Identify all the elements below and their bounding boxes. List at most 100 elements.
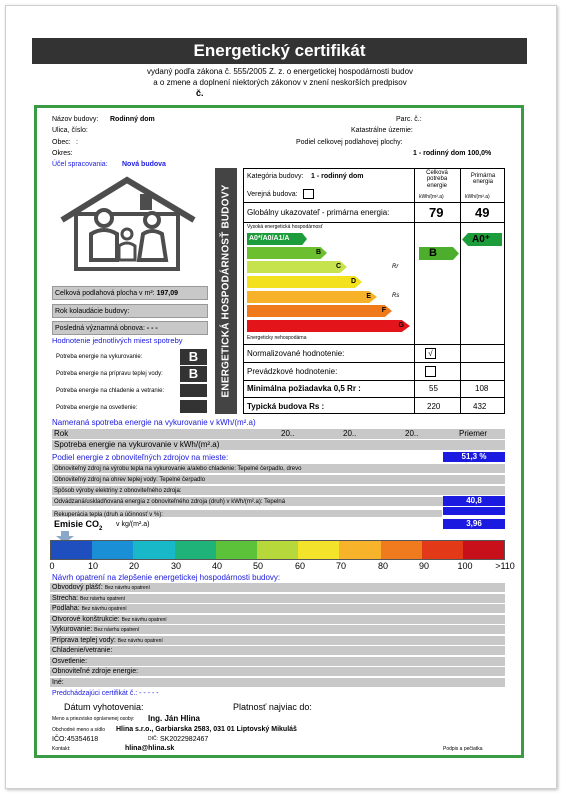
co2-value: 3,96 bbox=[443, 519, 505, 529]
rating-table-row-line-1 bbox=[243, 202, 505, 203]
class-B-arrow: B bbox=[247, 247, 327, 259]
purpose-value: Nová budova bbox=[122, 161, 166, 168]
validity-label: Platnosť najviac do: bbox=[233, 702, 312, 712]
scale-segment-3 bbox=[133, 541, 175, 559]
public-building-checkbox[interactable] bbox=[303, 189, 314, 199]
company-value: Hlina s.r.o., Garbiarska 2583, 031 01 Li… bbox=[116, 726, 297, 733]
typical-delivered: 220 bbox=[427, 402, 441, 411]
measure-label: Obnoviteľné zdroje energie: bbox=[52, 668, 139, 675]
heating-consumption-label: Spotreba energie na vykurovanie v kWh/(m… bbox=[54, 440, 220, 449]
measure-value: Bez návrhu opatrení bbox=[94, 627, 140, 633]
floor-area-row: Celková podlahová plocha v m²: 197,09 bbox=[52, 286, 208, 300]
low-efficiency-label: Energeticky nehospodárna bbox=[247, 335, 307, 341]
dic-value: SK2022982467 bbox=[160, 736, 209, 743]
measure-row: Osvetlenie: bbox=[50, 656, 505, 667]
rating-table-col-divider-1 bbox=[414, 168, 415, 414]
co2-label-text: Emisie CO bbox=[54, 519, 100, 529]
public-building-label: Verejná budova: bbox=[247, 191, 298, 198]
contact-label: Kontakt: bbox=[52, 746, 71, 752]
scale-tick-80: 80 bbox=[377, 561, 389, 571]
certificate-number: č. bbox=[196, 88, 204, 98]
scale-tick-100: 100 bbox=[457, 561, 473, 571]
lighting-grade bbox=[180, 400, 207, 413]
measure-label: Chladenie/vetranie: bbox=[52, 647, 113, 654]
global-primary-value: 49 bbox=[475, 205, 490, 220]
high-efficiency-label: Vysoká energetická hospodárnosť bbox=[247, 224, 323, 230]
hot-water-grade: B bbox=[180, 366, 207, 382]
operational-checkbox[interactable] bbox=[425, 366, 436, 377]
min-requirement-label: Minimálna požiadavka 0,5 Rr : bbox=[247, 384, 361, 393]
renewable-stored-value: 40,8 bbox=[443, 496, 505, 506]
category-label: Kategória budovy: bbox=[247, 173, 304, 180]
rating-table-row-line-3 bbox=[243, 344, 505, 345]
previous-certificate: Predchádzajúci certifikát č.: - - - - - bbox=[52, 690, 159, 697]
measure-label: Vykurovanie: bbox=[52, 626, 93, 633]
building-name-label: Názov budovy: bbox=[52, 116, 99, 123]
rr-marker: Rr bbox=[392, 264, 399, 270]
cooling-need-label: Potreba energie na chladenie a vetranie: bbox=[56, 388, 165, 394]
class-D-arrow: D bbox=[247, 276, 362, 288]
last-renovation-row: Posledná významná obnova: - - - bbox=[52, 321, 208, 335]
measure-row: Obvodový plášť: Bez návrhu opatrení bbox=[50, 583, 505, 593]
scale-segment-8 bbox=[339, 541, 381, 559]
subtitle-line-2: a o zmene a doplnení niektorých zákonov … bbox=[153, 78, 407, 87]
scale-segment-2 bbox=[92, 541, 134, 559]
measure-label: Otvorové konštrukcie: bbox=[52, 615, 120, 623]
renewable-row-4: Odvádzaná/uskladňovaná energia z obnovit… bbox=[52, 497, 505, 507]
min-requirement-delivered: 55 bbox=[429, 384, 438, 393]
renewable-row-1: Obnoviteľný zdroj na výrobu tepla na vyk… bbox=[52, 464, 505, 474]
measure-row: Obnoviteľné zdroje energie: bbox=[50, 667, 505, 677]
vertical-title-bar: ENERGETICKÁ HOSPODÁRNOSŤ BUDOVY bbox=[215, 168, 237, 414]
scale-segment-4 bbox=[174, 541, 216, 559]
street-label: Ulica, číslo: bbox=[52, 127, 88, 134]
scale-segment-6 bbox=[256, 541, 299, 559]
scale-tick-40: 40 bbox=[211, 561, 223, 571]
measure-row: Otvorové konštrukcie: Bez návrhu opatren… bbox=[50, 614, 505, 625]
rating-table-row-line-2 bbox=[243, 222, 505, 223]
vertical-title: ENERGETICKÁ HOSPODÁRNOSŤ BUDOVY bbox=[220, 184, 232, 398]
scale-tick-60: 60 bbox=[294, 561, 306, 571]
floor-share-label: Podiel celkovej podlahovej plochy: bbox=[296, 139, 403, 146]
hot-water-need-label: Potreba energie na prípravu teplej vody: bbox=[56, 371, 163, 377]
primary-class-badge: A0⁺ bbox=[462, 233, 502, 246]
subtitle-line-1: vydaný podľa zákona č. 555/2005 Z. z. o … bbox=[146, 67, 414, 76]
measure-label: Strecha: bbox=[52, 594, 79, 602]
measure-row: Chladenie/vetranie: bbox=[50, 646, 505, 656]
co2-unit: v kg/(m².a) bbox=[116, 521, 150, 528]
normalized-label: Normalizované hodnotenie: bbox=[247, 349, 345, 358]
person-label: Meno a priezvisko oprávnenej osoby: bbox=[52, 716, 135, 722]
recuperation-value-box bbox=[443, 507, 505, 515]
heating-grade: B bbox=[180, 349, 207, 365]
rs-marker: Rs bbox=[392, 293, 400, 299]
measure-label: Obvodový plášť: bbox=[52, 584, 103, 591]
measure-label: Iné: bbox=[52, 678, 64, 686]
delivered-energy-col-header: Celková potreba energie bbox=[426, 170, 448, 189]
co2-label-sub: 2 bbox=[99, 525, 103, 532]
scale-segment-7 bbox=[298, 541, 340, 559]
class-C-arrow: C bbox=[247, 261, 347, 273]
scale-tick-20: 20 bbox=[128, 561, 140, 571]
measure-value: Bez návrhu opatrení bbox=[121, 616, 167, 623]
measure-label: Príprava teplej vody: bbox=[52, 636, 116, 644]
measured-year-row bbox=[52, 429, 505, 439]
delivered-class-badge: B bbox=[419, 247, 459, 260]
town-label: Obec: bbox=[52, 139, 71, 146]
person-name: Ing. Ján Hlina bbox=[148, 714, 201, 723]
class-A-arrow: A0*/A0/A1/A bbox=[247, 233, 307, 245]
normalized-checkbox[interactable]: √ bbox=[425, 348, 436, 359]
category-value: 1 - rodinný dom bbox=[311, 173, 364, 180]
town-value: : bbox=[76, 139, 78, 146]
ico-value: 45354618 bbox=[67, 736, 99, 743]
measure-row: Príprava teplej vody: Bez návrhu opatren… bbox=[50, 635, 505, 646]
rating-table-row-line-6 bbox=[243, 397, 505, 398]
consumption-heading: Hodnotenie jednotlivých miest spotreby bbox=[52, 336, 183, 345]
contact-value[interactable]: hlina@hlina.sk bbox=[125, 745, 174, 752]
scale-segment-11 bbox=[462, 541, 505, 559]
measures-heading: Návrh opatrení na zlepšenie energetickej… bbox=[52, 573, 281, 582]
approval-year-row: Rok kolaudácie budovy: bbox=[52, 304, 208, 318]
primary-unit: kWh/(m².a) bbox=[465, 194, 490, 200]
issue-date-label: Dátum vyhotovenia: bbox=[64, 702, 144, 712]
measure-row: Vykurovanie: Bez návrhu opatrení bbox=[50, 625, 505, 635]
floor-share-value: 1 - rodinný dom 100,0% bbox=[413, 150, 492, 157]
measured-heading: Nameraná spotreba energie na vykurovanie… bbox=[52, 418, 256, 427]
